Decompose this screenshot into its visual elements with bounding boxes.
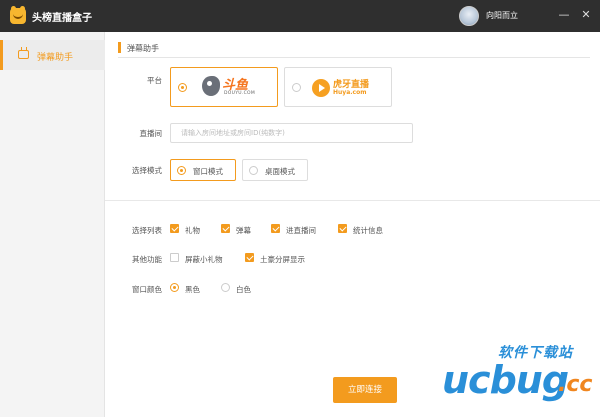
user-name[interactable]: 向阳而立 [486, 10, 518, 21]
statistics-label[interactable]: 统计信息 [353, 225, 383, 236]
watermark-suffix-text: .cc [558, 372, 593, 397]
enter-room-label[interactable]: 进直播间 [286, 225, 316, 236]
window-mode-label: 窗口模式 [193, 167, 223, 176]
huya-play-icon [312, 79, 330, 97]
barrage-tv-icon [18, 47, 29, 59]
sidebar: 弹幕助手 [0, 32, 105, 417]
close-button[interactable]: ✕ [578, 8, 594, 22]
block-small-gift-checkbox[interactable] [170, 253, 179, 262]
minimize-button[interactable]: — [556, 8, 572, 22]
room-label: 直播间 [139, 129, 163, 138]
douyu-logo: 斗鱼 DOUYU.COM [202, 74, 258, 100]
white-color-radio[interactable] [221, 283, 230, 292]
sidebar-item-label: 弹幕助手 [37, 53, 74, 63]
connect-now-button[interactable]: 立即连接 [333, 377, 397, 403]
window-mode-radio[interactable] [177, 166, 186, 175]
gift-label[interactable]: 礼物 [185, 225, 200, 236]
platform-label: 平台 [147, 76, 162, 85]
barrage-label[interactable]: 弹幕 [236, 225, 251, 236]
mode-option-window[interactable]: 窗口模式 [170, 159, 236, 181]
huya-logo-subtext: Huya.com [333, 89, 367, 96]
section-divider [118, 57, 590, 58]
other-label: 其他功能 [132, 255, 162, 264]
user-avatar[interactable] [459, 6, 479, 26]
app-title: 头榜直播盒子 [32, 13, 92, 24]
platform-option-douyu[interactable]: 斗鱼 DOUYU.COM [170, 67, 278, 107]
rich-split-screen-label[interactable]: 土豪分屏显示 [260, 254, 305, 265]
section-title: 弹幕助手 [127, 44, 159, 53]
color-label: 窗口颜色 [132, 285, 162, 294]
form-divider [105, 200, 600, 201]
statistics-checkbox[interactable] [338, 224, 347, 233]
huya-radio[interactable] [292, 83, 301, 92]
gift-checkbox[interactable] [170, 224, 179, 233]
white-color-label[interactable]: 白色 [236, 284, 251, 295]
desktop-mode-label: 桌面模式 [265, 167, 295, 176]
douyu-radio[interactable] [178, 83, 187, 92]
platform-option-huya[interactable]: 虎牙直播 Huya.com [284, 67, 392, 107]
mode-label: 选择模式 [132, 166, 162, 175]
watermark-logo: 软件下载站 ucbug .cc [440, 342, 598, 416]
barrage-checkbox[interactable] [221, 224, 230, 233]
black-color-radio[interactable] [170, 283, 179, 292]
huya-logo: 虎牙直播 Huya.com [312, 76, 382, 100]
app-logo-icon [10, 6, 26, 24]
sidebar-item-barrage-assistant[interactable]: 弹幕助手 [0, 40, 105, 70]
room-input[interactable] [170, 123, 413, 143]
section-accent-bar [118, 42, 121, 53]
mode-option-desktop[interactable]: 桌面模式 [242, 159, 308, 181]
rich-split-screen-checkbox[interactable] [245, 253, 254, 262]
watermark-main-text: ucbug [442, 358, 569, 402]
douyu-logo-subtext: DOUYU.COM [224, 91, 256, 96]
black-color-label[interactable]: 黑色 [185, 284, 200, 295]
douyu-fish-icon [202, 76, 220, 96]
desktop-mode-radio[interactable] [249, 166, 258, 175]
list-label: 选择列表 [132, 226, 162, 235]
block-small-gift-label[interactable]: 屏蔽小礼物 [185, 254, 223, 265]
title-bar: 头榜直播盒子 向阳而立 — ✕ [0, 0, 600, 32]
enter-room-checkbox[interactable] [271, 224, 280, 233]
